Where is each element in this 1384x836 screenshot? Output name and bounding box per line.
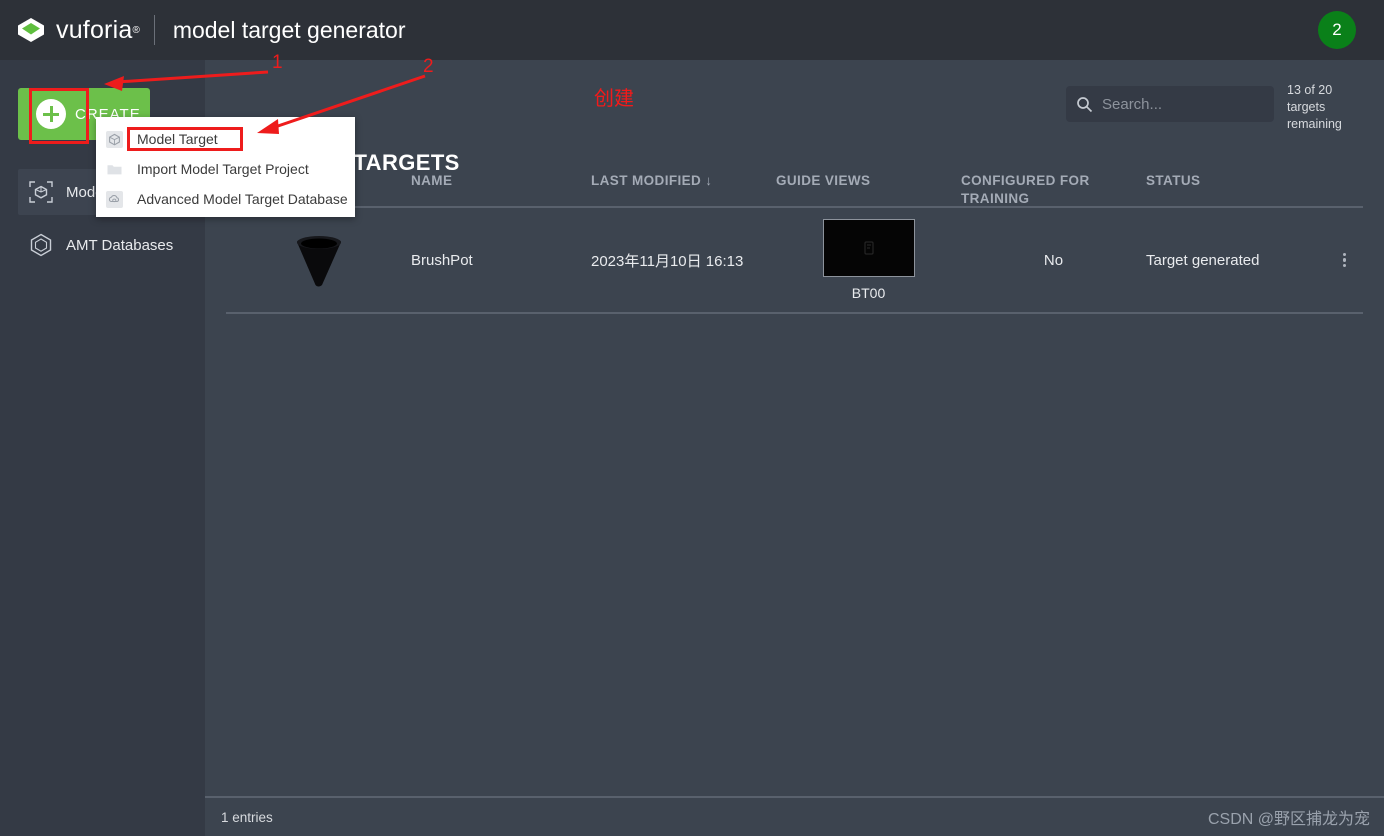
search-input[interactable]: [1102, 95, 1252, 113]
cell-guide-views[interactable]: BT00: [776, 219, 961, 301]
sidebar-item-label: AMT Databases: [66, 236, 174, 254]
app-title: model target generator: [172, 16, 406, 43]
column-header-name[interactable]: NAME: [411, 172, 591, 190]
brand[interactable]: vuforia ®: [0, 15, 140, 45]
menu-item-label: Import Model Target Project: [137, 161, 309, 177]
brand-registered-mark: ®: [132, 24, 140, 36]
annotation-number-2: 2: [423, 56, 434, 77]
column-header-configured-for-training[interactable]: CONFIGURED FOR TRAINING: [961, 172, 1146, 208]
app-root: vuforia ® model target generator 2 CREAT…: [0, 0, 1384, 836]
brand-divider: [153, 15, 155, 45]
user-avatar[interactable]: 2: [1318, 11, 1356, 49]
top-bar: vuforia ® model target generator 2: [0, 0, 1384, 60]
annotation-box-create-button: [29, 88, 89, 144]
brushpot-model-thumbnail: [286, 227, 352, 293]
annotation-number-1: 1: [272, 52, 283, 73]
annotation-box-model-target-item: [127, 127, 243, 151]
column-header-guide-views[interactable]: GUIDE VIEWS: [776, 172, 961, 190]
annotation-chinese-note: 创建: [594, 86, 634, 110]
cell-status: Target generated: [1146, 251, 1260, 269]
cloud-database-icon: [106, 190, 123, 208]
menu-item-import-model-target-project[interactable]: Import Model Target Project: [96, 154, 355, 184]
guide-view-thumbnail: [822, 219, 915, 277]
column-header-status[interactable]: STATUS: [1146, 172, 1326, 190]
guide-view-label: BT00: [851, 285, 886, 301]
model-thumbnail-cell: [226, 227, 411, 293]
sort-descending-icon: ↓: [705, 173, 713, 188]
column-header-last-modified[interactable]: LAST MODIFIED ↓: [591, 172, 776, 190]
table-row[interactable]: BrushPot 2023年11月10日 16:13 BT00 No Targe…: [226, 208, 1363, 314]
main-content: MY MODEL TARGETS 13 of 20 targets remain…: [205, 60, 1384, 836]
table-header-row: NAME LAST MODIFIED ↓ GUIDE VIEWS CONFIGUR…: [226, 160, 1363, 208]
model-target-icon: [28, 179, 54, 205]
watermark: CSDN @野区捕龙为宠: [1207, 811, 1370, 828]
entries-count: 1 entries: [221, 809, 273, 825]
sidebar-item-amt-databases[interactable]: AMT Databases: [18, 222, 187, 268]
footer: 1 entries CSDN @野区捕龙为宠: [205, 796, 1384, 836]
model-targets-table: NAME LAST MODIFIED ↓ GUIDE VIEWS CONFIGUR…: [226, 160, 1363, 314]
search-icon: [1076, 96, 1093, 113]
cell-configured-for-training: No: [1043, 251, 1064, 269]
vuforia-logo-icon: [16, 15, 46, 45]
brand-name: vuforia: [56, 15, 133, 44]
targets-remaining-label: 13 of 20 targets remaining: [1287, 83, 1342, 131]
cell-name: BrushPot: [411, 251, 473, 269]
cube-icon: [106, 130, 123, 148]
kebab-icon: [1342, 251, 1347, 270]
database-cube-icon: [28, 232, 54, 258]
search-box[interactable]: [1066, 86, 1274, 122]
menu-item-advanced-model-target-database[interactable]: Advanced Model Target Database: [96, 184, 355, 214]
column-header-last-modified-label: LAST MODIFIED: [591, 173, 702, 188]
cell-last-modified: 2023年11月10日 16:13: [591, 252, 744, 270]
menu-item-label: Advanced Model Target Database: [137, 191, 348, 207]
folder-icon: [106, 161, 123, 178]
row-overflow-menu-button[interactable]: [1326, 251, 1363, 270]
